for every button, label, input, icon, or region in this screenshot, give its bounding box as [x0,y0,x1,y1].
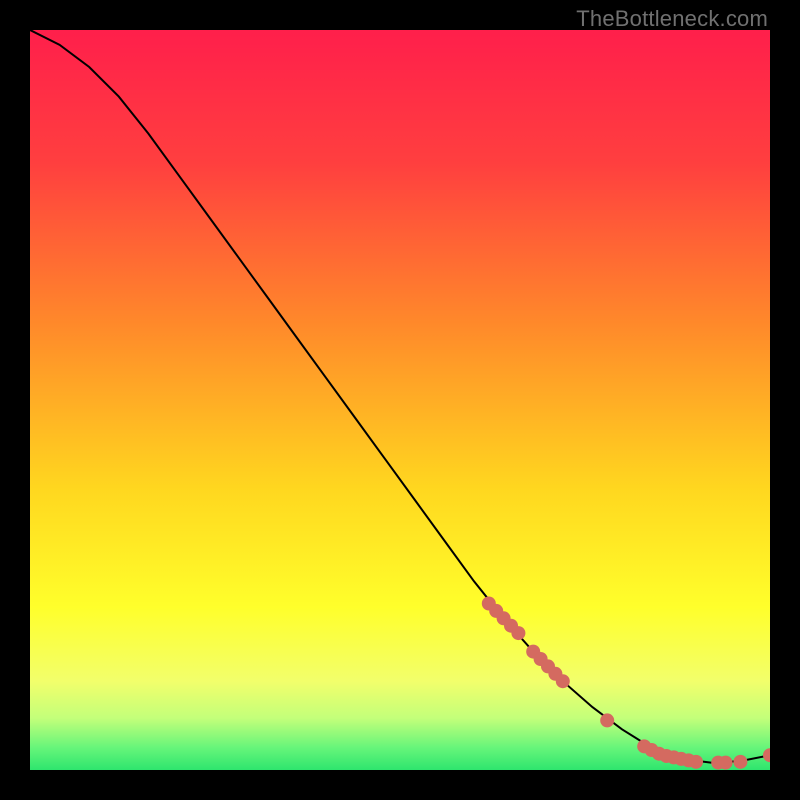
plot-area [30,30,770,770]
chart-stage: TheBottleneck.com [0,0,800,800]
chart-overlay-svg [30,30,770,770]
data-marker [733,755,747,769]
data-marker [600,713,614,727]
data-marker [719,756,733,770]
watermark-text: TheBottleneck.com [576,6,768,32]
data-marker [556,674,570,688]
marker-layer [482,597,770,770]
data-marker [511,626,525,640]
bottleneck-curve-path [30,30,770,763]
data-marker [689,755,703,769]
data-marker [763,748,770,762]
